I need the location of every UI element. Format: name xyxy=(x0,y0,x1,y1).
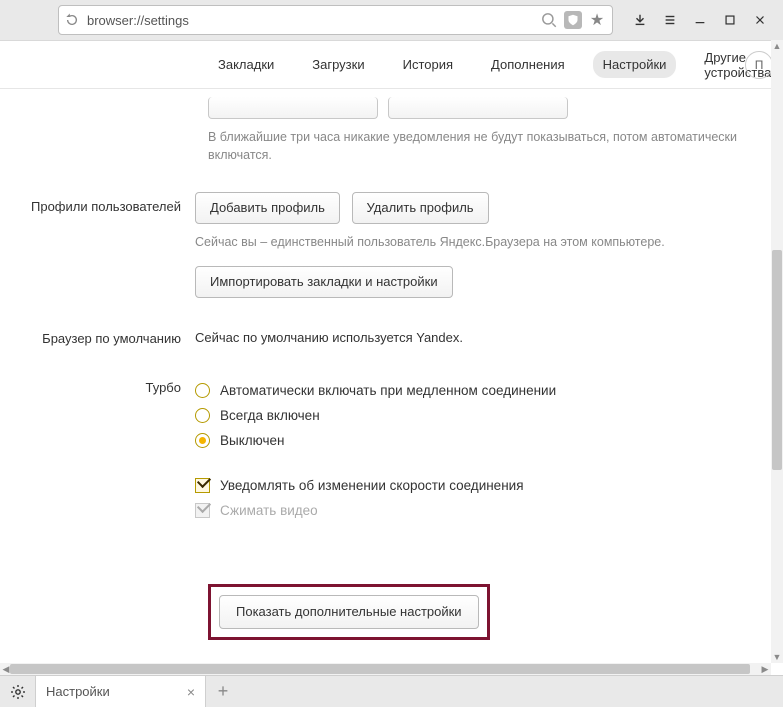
downloads-icon[interactable] xyxy=(625,5,655,35)
scroll-thumb[interactable] xyxy=(10,664,750,674)
section-label-turbo: Турбо xyxy=(0,373,195,528)
radio-icon xyxy=(195,408,210,423)
notifications-note: В ближайшие три часа никакие уведомления… xyxy=(208,129,771,164)
vertical-scrollbar[interactable]: ▲ ▼ xyxy=(771,40,783,663)
menu-icon[interactable] xyxy=(655,5,685,35)
default-browser-status: Сейчас по умолчанию используется Yandex. xyxy=(195,324,771,345)
section-default-browser: Браузер по умолчанию Сейчас по умолчанию… xyxy=(0,324,771,348)
window-close-button[interactable] xyxy=(745,5,775,35)
import-bookmarks-button[interactable]: Импортировать закладки и настройки xyxy=(195,266,453,298)
scroll-thumb[interactable] xyxy=(772,250,782,470)
settings-topnav: Закладки Загрузки История Дополнения Нас… xyxy=(0,41,783,89)
titlebar: ★ xyxy=(0,0,783,40)
turbo-option-always[interactable]: Всегда включен xyxy=(195,408,771,423)
settings-content: В ближайшие три часа никакие уведомления… xyxy=(0,89,771,663)
section-turbo: Турбо Автоматически включать при медленн… xyxy=(0,373,771,528)
radio-label: Выключен xyxy=(220,433,284,448)
settings-search-button[interactable]: П xyxy=(745,51,773,79)
show-advanced-highlight: Показать дополнительные настройки xyxy=(208,584,490,640)
tab-close-icon[interactable]: × xyxy=(187,684,195,700)
url-input[interactable] xyxy=(87,13,532,28)
tab-addons[interactable]: Дополнения xyxy=(481,51,575,78)
browser-tab-settings[interactable]: Настройки × xyxy=(36,676,206,707)
delete-profile-button[interactable]: Удалить профиль xyxy=(352,192,489,224)
profiles-note: Сейчас вы – единственный пользователь Ян… xyxy=(195,234,771,252)
settings-gear-icon[interactable] xyxy=(0,676,36,707)
scroll-up-arrow-icon[interactable]: ▲ xyxy=(771,40,783,52)
turbo-option-auto[interactable]: Автоматически включать при медленном сое… xyxy=(195,383,771,398)
checkbox-label: Уведомлять об изменении скорости соедине… xyxy=(220,478,524,493)
radio-icon xyxy=(195,383,210,398)
radio-label: Всегда включен xyxy=(220,408,320,423)
window-minimize-button[interactable] xyxy=(685,5,715,35)
section-label-profiles: Профили пользователей xyxy=(0,192,195,298)
checkbox-icon xyxy=(195,503,210,518)
scroll-down-arrow-icon[interactable]: ▼ xyxy=(771,651,783,663)
tab-bookmarks[interactable]: Закладки xyxy=(208,51,284,78)
tab-downloads[interactable]: Загрузки xyxy=(302,51,374,78)
turbo-notify-checkbox[interactable]: Уведомлять об изменении скорости соедине… xyxy=(195,478,771,493)
shield-icon[interactable] xyxy=(564,11,582,29)
radio-icon xyxy=(195,433,210,448)
truncated-button-1[interactable] xyxy=(208,97,378,119)
section-label-default-browser: Браузер по умолчанию xyxy=(0,324,195,348)
add-profile-button[interactable]: Добавить профиль xyxy=(195,192,340,224)
tab-title: Настройки xyxy=(46,684,110,699)
address-bar[interactable]: ★ xyxy=(58,5,613,35)
show-advanced-settings-button[interactable]: Показать дополнительные настройки xyxy=(219,595,479,629)
turbo-option-off[interactable]: Выключен xyxy=(195,433,771,448)
tab-settings[interactable]: Настройки xyxy=(593,51,677,78)
checkbox-label: Сжимать видео xyxy=(220,503,318,518)
turbo-compress-video-checkbox: Сжимать видео xyxy=(195,503,771,518)
radio-label: Автоматически включать при медленном сое… xyxy=(220,383,556,398)
reload-icon[interactable] xyxy=(65,13,79,27)
section-profiles: Профили пользователей Добавить профиль У… xyxy=(0,192,771,298)
window-maximize-button[interactable] xyxy=(715,5,745,35)
checkbox-icon xyxy=(195,478,210,493)
horizontal-scrollbar[interactable]: ◀ ▶ xyxy=(0,663,771,675)
browser-tab-strip: Настройки × + xyxy=(0,675,783,707)
search-icon[interactable] xyxy=(540,11,558,29)
truncated-button-2[interactable] xyxy=(388,97,568,119)
tab-history[interactable]: История xyxy=(393,51,463,78)
new-tab-button[interactable]: + xyxy=(206,676,240,707)
scroll-right-arrow-icon[interactable]: ▶ xyxy=(759,663,771,675)
bookmark-star-icon[interactable]: ★ xyxy=(588,11,606,29)
